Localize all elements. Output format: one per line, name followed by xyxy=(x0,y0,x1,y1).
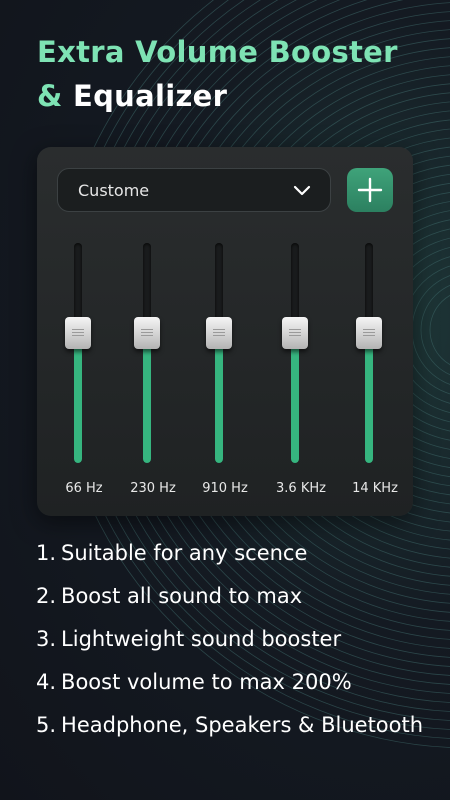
band-label-910hz: 910 Hz xyxy=(202,481,248,496)
chevron-down-icon xyxy=(293,185,311,196)
feature-text: Suitable for any scence xyxy=(61,541,308,565)
slider-fill xyxy=(215,333,223,463)
headline-ampersand: & xyxy=(37,79,63,113)
plus-icon xyxy=(357,177,383,203)
feature-number: 5. xyxy=(36,713,57,737)
preset-dropdown[interactable]: Custome xyxy=(57,168,331,212)
band-slider-3-6khz[interactable] xyxy=(282,243,308,463)
slider-thumb[interactable] xyxy=(65,317,91,350)
add-preset-button[interactable] xyxy=(347,168,393,212)
slider-thumb[interactable] xyxy=(206,317,232,350)
preset-value: Custome xyxy=(78,180,150,200)
feature-item: 3. Lightweight sound booster xyxy=(36,624,436,654)
app-headline: Extra Volume Booster & Equalizer xyxy=(37,30,437,118)
slider-thumb[interactable] xyxy=(282,317,308,350)
feature-text: Boost volume to max 200% xyxy=(61,670,352,694)
feature-number: 4. xyxy=(36,670,57,694)
band-label-14khz: 14 KHz xyxy=(352,481,398,496)
band-slider-230hz[interactable] xyxy=(134,243,160,463)
band-label-230hz: 230 Hz xyxy=(130,481,176,496)
slider-fill xyxy=(365,333,373,463)
feature-item: 2. Boost all sound to max xyxy=(36,581,436,611)
feature-number: 3. xyxy=(36,627,57,651)
band-slider-910hz[interactable] xyxy=(206,243,232,463)
band-label-3-6khz: 3.6 KHz xyxy=(276,481,326,496)
band-slider-14khz[interactable] xyxy=(356,243,382,463)
feature-text: Headphone, Speakers & Bluetooth xyxy=(61,713,424,737)
feature-number: 2. xyxy=(36,584,57,608)
feature-item: 5. Headphone, Speakers & Bluetooth xyxy=(36,710,436,740)
slider-fill xyxy=(143,333,151,463)
feature-number: 1. xyxy=(36,541,57,565)
band-slider-66hz[interactable] xyxy=(65,243,91,463)
band-label-66hz: 66 Hz xyxy=(65,481,103,496)
headline-line-2: Equalizer xyxy=(73,79,228,113)
feature-text: Lightweight sound booster xyxy=(61,627,342,651)
slider-thumb[interactable] xyxy=(356,317,382,350)
feature-text: Boost all sound to max xyxy=(61,584,303,608)
equalizer-panel: Custome 66 Hz 230 Hz 910 Hz 3.6 KHz 14 K xyxy=(37,147,413,516)
feature-item: 4. Boost volume to max 200% xyxy=(36,667,436,697)
feature-list: 1. Suitable for any scence 2. Boost all so… xyxy=(36,538,436,753)
headline-line-1: Extra Volume Booster xyxy=(37,35,398,69)
feature-item: 1. Suitable for any scence xyxy=(36,538,436,568)
slider-fill xyxy=(74,333,82,463)
slider-fill xyxy=(291,333,299,463)
slider-thumb[interactable] xyxy=(134,317,160,350)
